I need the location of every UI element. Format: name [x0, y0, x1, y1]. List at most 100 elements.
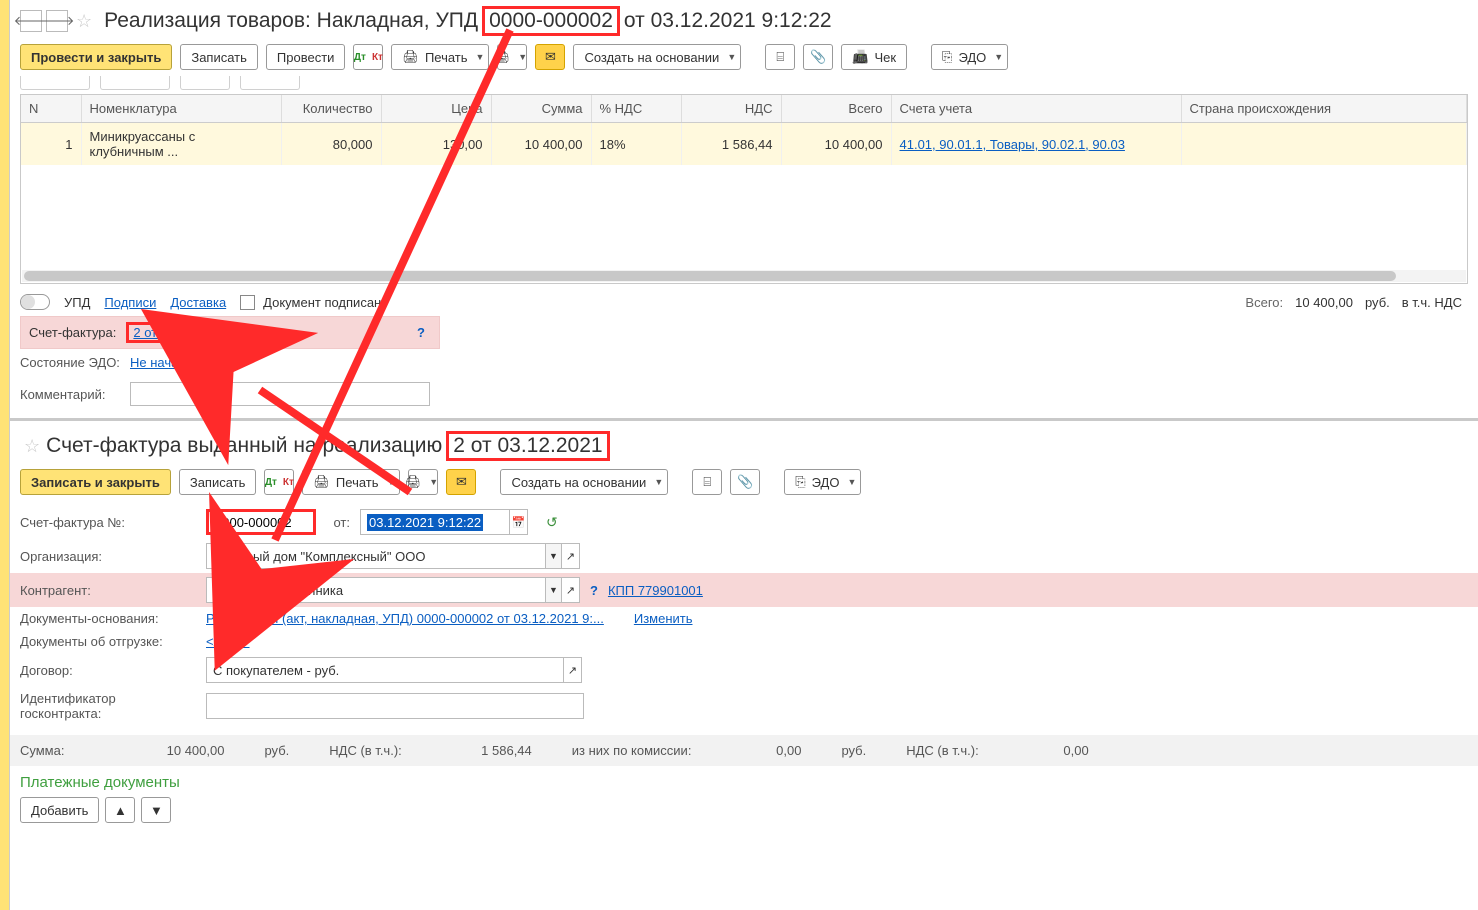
mail-button[interactable]: ✉	[535, 44, 565, 70]
payment-docs-heading: Платежные документы	[10, 766, 1478, 793]
help-icon[interactable]: ?	[590, 583, 598, 598]
post-and-close-button[interactable]: Провести и закрыть	[20, 44, 172, 70]
doc-signed-label: Документ подписан	[263, 295, 381, 310]
ship-docs-label: Документы об отгрузке:	[20, 634, 196, 649]
create-based-button[interactable]: Создать на основании▼	[573, 44, 741, 70]
col-price[interactable]: Цена	[381, 95, 491, 123]
sf-link[interactable]: 2 от 03.12.2021	[133, 325, 225, 340]
sf-no-label: Счет-фактура №:	[20, 515, 196, 530]
mail-button-2[interactable]: ✉	[446, 469, 476, 495]
org-combo[interactable]: Торговый дом "Комплексный" ООО ▼ ↗	[206, 543, 580, 569]
ca-combo[interactable]: Антикафе Земляника ▼ ↗	[206, 577, 580, 603]
cell-vat[interactable]: 1 586,44	[681, 123, 781, 166]
attach-button[interactable]: 📎	[803, 44, 833, 70]
edo-button[interactable]: ⎘ЭДО▼	[931, 44, 1008, 70]
cell-sum[interactable]: 10 400,00	[491, 123, 591, 166]
col-qty[interactable]: Количество	[281, 95, 381, 123]
signatures-link[interactable]: Подписи	[104, 295, 156, 310]
sf-date-value[interactable]: 03.12.2021 9:12:22	[367, 514, 483, 531]
col-sum[interactable]: Сумма	[491, 95, 591, 123]
attach-button-2[interactable]: 📎	[730, 469, 760, 495]
cell-total[interactable]: 10 400,00	[781, 123, 891, 166]
cell-country[interactable]	[1181, 123, 1467, 166]
horizontal-scrollbar[interactable]	[22, 270, 1466, 282]
title2-number-highlight: 2 от 03.12.2021	[446, 431, 609, 461]
print-button-2[interactable]: 🖨Печать▼	[302, 469, 400, 495]
sf-no-input[interactable]	[206, 509, 316, 535]
contract-combo[interactable]: С покупателем - руб. ↗	[206, 657, 582, 683]
chevron-down-icon[interactable]: ▼	[546, 577, 562, 603]
open-ref-icon[interactable]: ↗	[564, 657, 582, 683]
upd-toggle[interactable]	[20, 294, 50, 310]
comment-label: Комментарий:	[20, 387, 120, 402]
items-table[interactable]: N Номенклатура Количество Цена Сумма % Н…	[20, 94, 1468, 284]
ship-docs-link[interactable]: <Авто>	[206, 634, 250, 649]
chevron-down-icon: ▼	[476, 52, 485, 62]
doc-signed-checkbox[interactable]	[240, 295, 255, 310]
col-country[interactable]: Страна происхождения	[1181, 95, 1467, 123]
tree-icon: ⌸	[776, 49, 784, 65]
save-button[interactable]: Записать	[180, 44, 258, 70]
print-button[interactable]: 🖨 Печать ▼	[391, 44, 489, 70]
chevron-down-icon[interactable]: ▼	[546, 543, 562, 569]
chevron-down-icon: ▼	[518, 52, 527, 62]
edo-state-link[interactable]: Не начат	[130, 355, 184, 370]
favorite-star-icon[interactable]: ☆	[76, 11, 92, 32]
cell-accts[interactable]: 41.01, 90.01.1, Товары, 90.02.1, 90.03	[891, 123, 1181, 166]
open-ref-icon[interactable]: ↗	[562, 577, 580, 603]
printer-icon: 🖨	[402, 49, 419, 65]
col-vat-rate[interactable]: % НДС	[591, 95, 681, 123]
envelope-icon: ✉	[456, 474, 467, 490]
printer-icon: 🖨	[313, 474, 330, 490]
cheque-button[interactable]: 📠Чек	[841, 44, 907, 70]
totals-label: Всего:	[1245, 295, 1283, 310]
cell-qty[interactable]: 80,000	[281, 123, 381, 166]
sf-date-combo[interactable]: 03.12.2021 9:12:22 📅	[360, 509, 528, 535]
create-based-button-2[interactable]: Создать на основании▼	[500, 469, 668, 495]
cell-vat-rate[interactable]: 18%	[591, 123, 681, 166]
calendar-icon[interactable]: 📅	[510, 509, 528, 535]
org-value: Торговый дом "Комплексный" ООО	[213, 549, 425, 564]
col-n[interactable]: N	[21, 95, 81, 123]
move-up-button[interactable]: ▲	[105, 797, 135, 823]
chevron-down-icon: ▼	[994, 52, 1003, 62]
edo-label: ЭДО	[958, 50, 986, 65]
col-vat[interactable]: НДС	[681, 95, 781, 123]
save-and-close-button[interactable]: Записать и закрыть	[20, 469, 171, 495]
delivery-link[interactable]: Доставка	[170, 295, 226, 310]
table-row[interactable]: 1 Миникруассаны с клубничным ... 80,000 …	[21, 123, 1467, 166]
favorite-star-icon[interactable]: ☆	[24, 436, 40, 457]
open-ref-icon[interactable]: ↗	[562, 543, 580, 569]
help-icon[interactable]: ?	[417, 325, 431, 340]
print-dropdown-2[interactable]: 🖨▼	[408, 469, 438, 495]
accounts-link[interactable]: 41.01, 90.01.1, Товары, 90.02.1, 90.03	[900, 137, 1125, 152]
structure-button[interactable]: ⌸	[765, 44, 795, 70]
edo-button-2[interactable]: ⎘ЭДО▼	[784, 469, 861, 495]
structure-button-2[interactable]: ⌸	[692, 469, 722, 495]
change-link[interactable]: Изменить	[634, 611, 693, 626]
col-accts[interactable]: Счета учета	[891, 95, 1181, 123]
forward-button[interactable]: 🡒	[46, 10, 68, 32]
dt-kt-button[interactable]: ДтКт	[353, 44, 383, 70]
cash-register-icon: 📠	[852, 49, 868, 65]
move-down-button[interactable]: ▼	[141, 797, 171, 823]
refresh-icon[interactable]: ↺	[546, 514, 558, 531]
title-number-highlight: 0000-000002	[482, 6, 620, 36]
post-button[interactable]: Провести	[266, 44, 346, 70]
cell-item[interactable]: Миникруассаны с клубничным ...	[81, 123, 281, 166]
col-total[interactable]: Всего	[781, 95, 891, 123]
gos-id-input[interactable]	[206, 693, 584, 719]
comment-input[interactable]	[130, 382, 430, 406]
cell-n[interactable]: 1	[21, 123, 81, 166]
contract-label: Договор:	[20, 663, 196, 678]
save-button-2[interactable]: Записать	[179, 469, 257, 495]
doc-basis-label: Документы-основания:	[20, 611, 196, 626]
doc-basis-link[interactable]: Реализация (акт, накладная, УПД) 0000-00…	[206, 611, 604, 626]
cell-price[interactable]: 130,00	[381, 123, 491, 166]
kpp-link[interactable]: КПП 779901001	[608, 583, 703, 598]
add-button[interactable]: Добавить	[20, 797, 99, 823]
print-dropdown[interactable]: 🖨▼	[497, 44, 527, 70]
dt-kt-button-2[interactable]: ДтКт	[264, 469, 294, 495]
col-item[interactable]: Номенклатура	[81, 95, 281, 123]
chevron-down-icon: ▼	[387, 477, 396, 487]
